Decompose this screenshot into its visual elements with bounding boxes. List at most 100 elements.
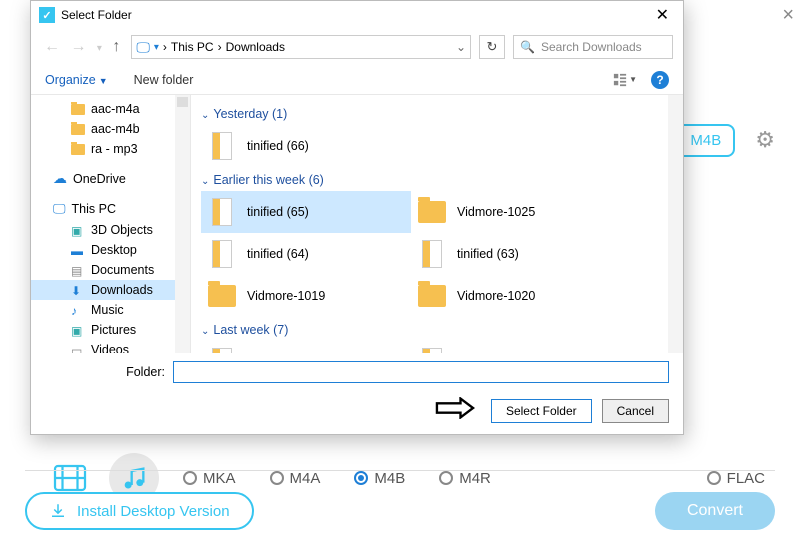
- search-icon: 🔍: [520, 40, 535, 54]
- folder-item[interactable]: Vidmore-1019: [201, 275, 411, 317]
- chevron-down-icon[interactable]: ⌄: [456, 40, 466, 54]
- nav-forward-icon[interactable]: →: [70, 38, 86, 55]
- folder-icon: [418, 201, 446, 223]
- chevron-down-icon[interactable]: ▾: [97, 43, 102, 54]
- breadcrumb-root[interactable]: This PC: [171, 40, 214, 54]
- folder-item[interactable]: tinified (60): [411, 341, 621, 353]
- divider: [25, 470, 775, 471]
- group-header[interactable]: ⌄Last week (7): [201, 323, 673, 337]
- folder-thumb-icon: [212, 198, 232, 226]
- folder-icon: [418, 285, 446, 307]
- format-label: M4B: [374, 470, 405, 487]
- folder-thumb-icon: [212, 348, 232, 353]
- folder-input-label: Folder:: [45, 365, 165, 379]
- current-format-badge[interactable]: M4B: [676, 124, 735, 157]
- format-label: M4R: [459, 470, 491, 487]
- folder-icon: [71, 144, 85, 155]
- arrow-right-icon: [435, 395, 475, 426]
- tree-item-onedrive[interactable]: ☁OneDrive: [31, 167, 190, 190]
- gear-icon[interactable]: ⚙: [755, 127, 775, 153]
- convert-button[interactable]: Convert: [655, 492, 775, 530]
- folder-icon: [71, 104, 85, 115]
- folder-thumb-icon: [422, 348, 442, 353]
- format-label: MKA: [203, 470, 236, 487]
- folder-icon: [208, 285, 236, 307]
- download-icon: ⬇: [71, 284, 85, 296]
- folder-thumb-icon: [212, 132, 232, 160]
- chevron-down-icon: ▾: [154, 42, 159, 53]
- monitor-icon: 🖵: [136, 39, 150, 56]
- format-label: FLAC: [727, 470, 765, 487]
- close-icon[interactable]: ×: [782, 4, 794, 27]
- scrollbar[interactable]: [175, 95, 190, 353]
- install-desktop-button[interactable]: Install Desktop Version: [25, 492, 254, 530]
- tree-item-desktop[interactable]: ▬Desktop: [31, 240, 190, 260]
- folder-icon: [71, 124, 85, 135]
- format-mka[interactable]: MKA: [183, 470, 236, 487]
- desktop-icon: ▬: [71, 244, 85, 256]
- folder-item[interactable]: tinified (64): [201, 233, 411, 275]
- tree-item-documents[interactable]: ▤Documents: [31, 260, 190, 280]
- folder-item[interactable]: Vidmore-1020: [411, 275, 621, 317]
- breadcrumb-current[interactable]: Downloads: [226, 40, 285, 54]
- format-flac[interactable]: FLAC: [707, 470, 765, 487]
- dialog-close-icon[interactable]: ✕: [650, 5, 675, 25]
- cloud-icon: ☁: [53, 170, 67, 187]
- music-icon: ♪: [71, 304, 85, 316]
- select-folder-button[interactable]: Select Folder: [491, 399, 592, 423]
- select-folder-dialog: ✓ Select Folder ✕ ← → ▾ ↑ 🖵 ▾ › This PC …: [30, 0, 684, 435]
- folder-item[interactable]: tinified (62): [201, 341, 411, 353]
- folder-thumb-icon: [212, 240, 232, 268]
- view-options[interactable]: ▼: [613, 73, 637, 87]
- folder-item[interactable]: tinified (66): [201, 125, 411, 167]
- document-icon: ▤: [71, 264, 85, 276]
- folder-item[interactable]: tinified (65): [201, 191, 411, 233]
- tree-item-videos[interactable]: ▭Videos: [31, 340, 190, 353]
- breadcrumb[interactable]: 🖵 ▾ › This PC › Downloads ⌄: [131, 35, 471, 59]
- cancel-button[interactable]: Cancel: [602, 399, 669, 423]
- format-m4r[interactable]: M4R: [439, 470, 491, 487]
- scrollbar[interactable]: [668, 95, 683, 353]
- monitor-icon: 🖵: [53, 201, 66, 217]
- tree-item-3d[interactable]: ▣3D Objects: [31, 220, 190, 240]
- group-header[interactable]: ⌄Earlier this week (6): [201, 173, 673, 187]
- folder-item[interactable]: Vidmore-1025: [411, 191, 621, 233]
- chevron-down-icon: ⌄: [201, 110, 209, 121]
- video-icon: ▭: [71, 344, 85, 353]
- folder-item[interactable]: tinified (63): [411, 233, 621, 275]
- picture-icon: ▣: [71, 324, 85, 336]
- folder-content: ⌄Yesterday (1) tinified (66) ⌄Earlier th…: [191, 95, 683, 353]
- tree-item[interactable]: ra - mp3: [31, 139, 190, 159]
- tree-item[interactable]: aac-m4b: [31, 119, 190, 139]
- breadcrumb-sep: ›: [163, 40, 167, 54]
- new-folder-button[interactable]: New folder: [134, 73, 194, 87]
- group-header[interactable]: ⌄Yesterday (1): [201, 107, 673, 121]
- search-placeholder: Search Downloads: [541, 40, 642, 54]
- install-label: Install Desktop Version: [77, 503, 230, 520]
- nav-back-icon[interactable]: ←: [44, 38, 60, 55]
- app-logo-icon: ✓: [39, 7, 55, 23]
- tree-item-thispc[interactable]: 🖵This PC: [31, 198, 190, 220]
- format-label: M4A: [290, 470, 321, 487]
- refresh-icon[interactable]: ↻: [479, 35, 505, 59]
- tree-item-downloads[interactable]: ⬇Downloads: [31, 280, 190, 300]
- tree-item[interactable]: aac-m4a: [31, 99, 190, 119]
- help-icon[interactable]: ?: [651, 71, 669, 89]
- nav-up-icon[interactable]: ↑: [112, 38, 120, 55]
- cube-icon: ▣: [71, 224, 85, 236]
- breadcrumb-sep: ›: [218, 40, 222, 54]
- format-m4a[interactable]: M4A: [270, 470, 321, 487]
- view-icon: [613, 73, 627, 87]
- organize-menu[interactable]: Organize▼: [45, 73, 108, 87]
- tree-item-music[interactable]: ♪Music: [31, 300, 190, 320]
- folder-tree: aac-m4a aac-m4b ra - mp3 ☁OneDrive 🖵This…: [31, 95, 191, 353]
- folder-input[interactable]: [173, 361, 669, 383]
- folder-thumb-icon: [422, 240, 442, 268]
- download-icon: [49, 502, 67, 520]
- dialog-title: Select Folder: [61, 8, 650, 22]
- chevron-down-icon: ⌄: [201, 326, 209, 337]
- search-input[interactable]: 🔍 Search Downloads: [513, 35, 673, 59]
- tree-item-pictures[interactable]: ▣Pictures: [31, 320, 190, 340]
- format-m4b[interactable]: M4B: [354, 470, 405, 487]
- chevron-down-icon: ⌄: [201, 176, 209, 187]
